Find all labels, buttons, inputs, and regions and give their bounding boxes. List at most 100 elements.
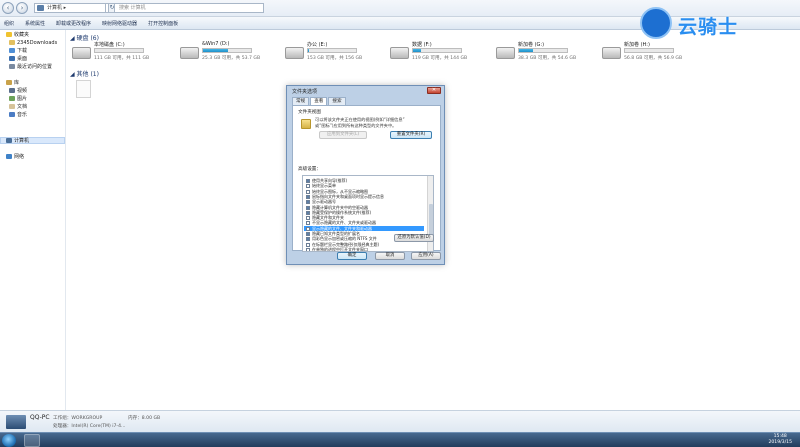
drive-size: 38.3 GB 可用，共 54.6 GB (518, 56, 577, 61)
nav-network[interactable]: 网络 (6, 154, 24, 161)
address-input[interactable]: 计算机 ▸ (34, 3, 106, 13)
drive-usage-bar (307, 48, 357, 53)
folder-icon (301, 119, 311, 129)
processor-info: 处理器：Intel(R) Core(TM) i7-4... (53, 424, 126, 429)
recent-places-icon (9, 64, 15, 69)
view-tab-panel: 文件夹视图 可以将该文件夹正在使用的视图(例如“详细信息” 或“图标”)应用到所… (292, 105, 441, 252)
drive-usage-fill (413, 49, 422, 52)
nav-item-desktop[interactable]: 桌面 (9, 56, 27, 63)
library-icon (6, 80, 12, 85)
hard-drive-icon (72, 47, 91, 59)
hard-drive-icon (496, 47, 515, 59)
nav-item-downloads[interactable]: 下载 (9, 48, 27, 55)
nav-item-videos[interactable]: 视频 (9, 88, 27, 95)
clock-date: 2019/3/15 (768, 440, 792, 445)
apply-to-folders-button[interactable]: 应用到文件夹(L) (319, 131, 367, 139)
nav-libraries[interactable]: 库 (6, 80, 19, 87)
drive-name: 新加卷 (G:) (518, 42, 545, 48)
hard-drive-icon (285, 47, 304, 59)
music-icon (9, 112, 15, 117)
drive-usage-bar (202, 48, 252, 53)
folder-views-heading: 文件夹视图 (298, 110, 321, 115)
folder-icon (9, 40, 15, 45)
uninstall-program-button[interactable]: 卸载或更改程序 (56, 20, 91, 27)
cancel-button[interactable]: 取消 (375, 252, 405, 260)
group-label: 其他 (1) (76, 71, 99, 78)
drive-name: 办公 (E:) (307, 42, 328, 48)
nav-label: 收藏夹 (14, 32, 30, 38)
nav-label: 2345Downloads (17, 40, 58, 46)
hard-drive-icon (602, 47, 621, 59)
nav-item-documents[interactable]: 文档 (9, 104, 27, 111)
drive-usage-bar (94, 48, 144, 53)
taskbar-explorer-button[interactable] (24, 434, 40, 447)
advanced-setting-item[interactable]: 始终显示菜单 (306, 183, 336, 189)
advanced-setting-item[interactable]: 显示隐藏的文件、文件夹和驱动器 (304, 225, 424, 231)
setting-checkbox[interactable] (306, 247, 310, 251)
advanced-setting-item[interactable]: 不显示隐藏的文件、文件夹或驱动器 (306, 220, 376, 226)
advanced-setting-item[interactable]: 始终显示图标，从不显示缩略图 (306, 189, 368, 194)
blank-file-icon[interactable] (76, 80, 91, 98)
reset-folders-button[interactable]: 重置文件夹(R) (390, 131, 432, 139)
drive-name: 数据 (F:) (412, 42, 432, 48)
nav-computer[interactable]: 计算机 (0, 137, 65, 144)
drive-size: 25.3 GB 可用，共 53.7 GB (202, 56, 261, 61)
start-button[interactable] (2, 434, 16, 447)
nav-label: 视频 (17, 88, 28, 94)
document-icon (9, 104, 15, 109)
drive-usage-bar (518, 48, 568, 53)
computer-icon (6, 138, 12, 143)
knight-logo-icon (640, 7, 672, 39)
memory-info: 内存：8.00 GB (128, 416, 161, 421)
drive-name: 新加卷 (H:) (624, 42, 650, 48)
watermark-text: 云骑士 (678, 16, 739, 38)
nav-label: 桌面 (17, 56, 28, 62)
advanced-setting-item[interactable]: 在标题栏显示完整路径(仅限经典主题) (306, 242, 379, 247)
advanced-setting-item[interactable]: 显示驱动器号 (306, 199, 336, 205)
star-icon (6, 32, 12, 37)
ok-button[interactable]: 确定 (337, 252, 367, 260)
drive-size: 153 GB 可用，共 156 GB (307, 56, 363, 61)
setting-label: 显示驱动器号 (312, 199, 336, 205)
nav-item-pictures[interactable]: 图片 (9, 96, 27, 103)
nav-favorites[interactable]: 收藏夹 (6, 32, 29, 39)
restore-defaults-button[interactable]: 还原为默认值(D) (394, 234, 434, 242)
organize-button[interactable]: 组织 (4, 20, 14, 27)
video-icon (9, 88, 15, 93)
advanced-setting-item[interactable]: 用彩色显示加密或压缩的 NTFS 文件 (306, 236, 377, 242)
dialog-tabs: 常规 查看 搜索 (292, 97, 346, 106)
group-other[interactable]: ◢ 其他 (1) (70, 69, 99, 78)
tab-general[interactable]: 常规 (292, 97, 310, 105)
nav-label: 计算机 (14, 138, 30, 144)
setting-label: 用彩色显示加密或压缩的 NTFS 文件 (312, 236, 377, 242)
forward-button[interactable]: › (16, 2, 28, 14)
taskbar-clock[interactable]: 15:48 2019/3/15 (768, 434, 792, 446)
drive-size: 56.8 GB 可用，共 56.9 GB (624, 56, 683, 61)
advanced-settings-heading: 高级设置： (298, 167, 321, 172)
drive-usage-bar (624, 48, 674, 53)
dialog-close-button[interactable]: ✕ (427, 87, 441, 94)
navigation-pane: 收藏夹 2345Downloads 下载 桌面 最近访问的位置 库 视频 图片 … (0, 30, 66, 410)
nav-item-2345downloads[interactable]: 2345Downloads (9, 40, 57, 47)
drive-name: 本地磁盘 (C:) (94, 42, 125, 48)
apply-button[interactable]: 应用(A) (411, 252, 441, 260)
nav-label: 网络 (14, 154, 25, 160)
open-control-panel-button[interactable]: 打开控制面板 (148, 20, 178, 27)
picture-icon (9, 96, 15, 101)
search-input[interactable]: 搜索 计算机 (114, 3, 264, 13)
setting-label: 始终显示菜单 (312, 183, 336, 189)
tab-search[interactable]: 搜索 (328, 97, 346, 105)
map-network-drive-button[interactable]: 映射网络驱动器 (102, 20, 137, 27)
back-button[interactable]: ‹ (2, 2, 14, 14)
details-pane: QQ-PC 工作组：WORKGROUP 内存：8.00 GB 处理器：Intel… (0, 410, 800, 432)
workgroup-info: 工作组：WORKGROUP (53, 416, 103, 421)
drive-name: &Win7 (D:) (202, 41, 230, 47)
nav-item-music[interactable]: 音乐 (9, 112, 27, 119)
nav-item-recent-places[interactable]: 最近访问的位置 (9, 64, 52, 71)
drive-usage-bar (412, 48, 462, 53)
nav-label: 图片 (17, 96, 28, 102)
advanced-setting-item[interactable]: 隐藏计算机文件夹中的空驱动器 (306, 205, 368, 210)
scrollbar-thumb[interactable] (429, 204, 433, 236)
system-properties-button[interactable]: 系统属性 (25, 20, 45, 27)
nav-label: 库 (14, 80, 20, 86)
